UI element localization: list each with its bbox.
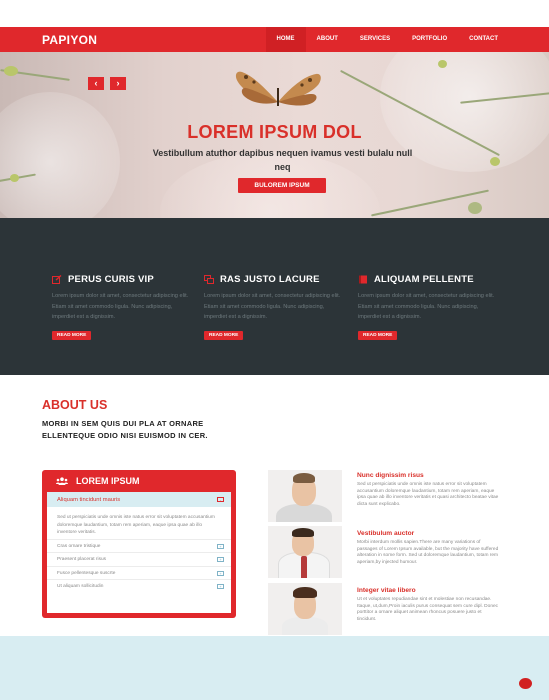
- butterfly-image: [235, 71, 321, 106]
- nav-services[interactable]: SERVICES: [349, 27, 401, 52]
- feature-text: Lorem ipsum dolor sit amet, consectetur …: [358, 293, 495, 320]
- site-logo[interactable]: PAPIYON: [42, 33, 97, 47]
- hero-cta-button[interactable]: BULOREM IPSUM: [238, 178, 326, 193]
- expand-icon: +: [217, 557, 224, 563]
- accordion-panel: LOREM IPSUM Aliquam tincidunt mauris - S…: [42, 470, 236, 618]
- testimonial-text: Ut et voluptates repudiandae sint et mol…: [357, 597, 499, 622]
- expand-icon: +: [217, 570, 224, 576]
- users-icon: [56, 472, 68, 490]
- accordion-item-label: Praesent placerat risus: [57, 557, 107, 563]
- chevron-left-icon: ‹: [94, 78, 98, 88]
- accordion-body: Sed ut perspiciatis unde omnis iste natu…: [57, 515, 215, 536]
- hero-title: LOREM IPSUM DOL: [187, 122, 362, 142]
- accordion-item-label: Aliquam tincidunt mauris: [57, 496, 121, 503]
- accordion-item-open[interactable]: Aliquam tincidunt mauris -: [47, 492, 231, 507]
- accordion-item-label: Ut aliquam sollicitudin: [57, 584, 104, 590]
- testimonial-photo: [268, 526, 342, 578]
- collapse-icon: -: [217, 497, 224, 502]
- read-more-button[interactable]: READ MORE: [204, 330, 244, 340]
- features-section: PERUS CURIS VIP Lorem ipsum dolor sit am…: [0, 218, 549, 375]
- accordion-list: Aliquam tincidunt mauris - Sed ut perspi…: [47, 492, 231, 613]
- nav-home[interactable]: HOME: [265, 27, 306, 52]
- edit-icon: [52, 275, 62, 284]
- accordion-item[interactable]: Praesent placerat risus +: [47, 552, 231, 566]
- testimonial-photo: [268, 470, 342, 522]
- expand-icon: +: [217, 584, 224, 590]
- feature-title: PERUS CURIS VIP: [68, 274, 154, 285]
- scroll-to-top-button[interactable]: [519, 678, 532, 689]
- feature-text: Lorem ipsum dolor sit amet, consectetur …: [52, 293, 189, 320]
- about-title: ABOUT US: [42, 398, 108, 412]
- testimonial-photo: [268, 583, 342, 635]
- panel-header: LOREM IPSUM: [42, 470, 236, 492]
- footer-band: [0, 636, 549, 700]
- nav-portfolio[interactable]: PORTFOLIO: [401, 27, 458, 52]
- testimonial-text: Sed ut perspiciatis unde omnis iste natu…: [357, 482, 499, 507]
- feature-title: ALIQUAM PELLENTE: [374, 274, 474, 285]
- feature-text: Lorem ipsum dolor sit amet, consectetur …: [204, 293, 341, 320]
- accordion-item-label: Cras ornare tristique: [57, 543, 101, 549]
- about-text: MORBI IN SEM QUIS DUI PLA AT ORNARE ELLE…: [42, 419, 208, 440]
- testimonial-title: Integer vitae libero: [357, 587, 416, 594]
- hero-subtitle: Vestibullum atuthor dapibus nequen ivamu…: [152, 148, 413, 172]
- slider-next-button[interactable]: ›: [110, 77, 126, 90]
- slider-prev-button[interactable]: ‹: [88, 77, 104, 90]
- expand-icon: +: [217, 543, 224, 549]
- testimonial-text: Morbi interdum mollis sapien.There are m…: [357, 540, 499, 565]
- feature-card: ALIQUAM PELLENTE Lorem ipsum dolor sit a…: [358, 274, 498, 341]
- accordion-item-label: Fusce pellentesque suscrte: [57, 570, 116, 576]
- read-more-button[interactable]: READ MORE: [52, 330, 92, 340]
- feature-card: PERUS CURIS VIP Lorem ipsum dolor sit am…: [52, 274, 192, 341]
- testimonial-title: Nunc dignissim risus: [357, 472, 424, 479]
- accordion-item[interactable]: Cras ornare tristique +: [47, 538, 231, 553]
- page: PAPIYON HOME ABOUT SERVICES PORTFOLIO CO…: [0, 0, 549, 700]
- accordion-item[interactable]: Fusce pellentesque suscrte +: [47, 565, 231, 580]
- read-more-button[interactable]: READ MORE: [358, 330, 398, 340]
- feature-title: RAS JUSTO LACURE: [220, 274, 320, 285]
- nav-contact[interactable]: CONTACT: [458, 27, 509, 52]
- panel-title: LOREM IPSUM: [76, 476, 140, 486]
- testimonial-title: Vestibulum auctor: [357, 530, 415, 537]
- accordion-item[interactable]: Ut aliquam sollicitudin +: [47, 579, 231, 593]
- feature-card: RAS JUSTO LACURE Lorem ipsum dolor sit a…: [204, 274, 344, 341]
- main-nav: HOME ABOUT SERVICES PORTFOLIO CONTACT: [265, 27, 509, 52]
- chevron-right-icon: ›: [116, 78, 120, 88]
- nav-about[interactable]: ABOUT: [306, 27, 349, 52]
- book-icon: [358, 275, 368, 284]
- copy-icon: [204, 275, 214, 284]
- navbar: PAPIYON HOME ABOUT SERVICES PORTFOLIO CO…: [0, 27, 549, 52]
